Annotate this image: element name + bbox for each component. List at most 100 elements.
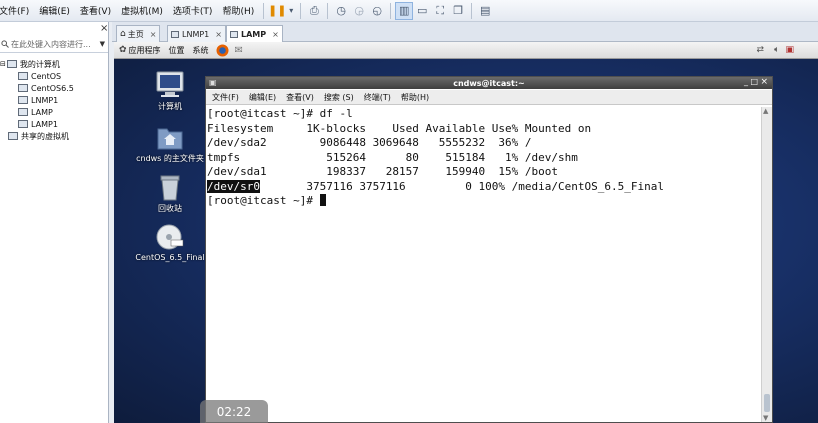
tree-item-vm[interactable]: LAMP	[0, 106, 108, 118]
clock-overlay: 02:22	[200, 400, 268, 423]
close-icon[interactable]: ×	[760, 77, 768, 87]
tree-label: 我的计算机	[19, 59, 60, 69]
thumbnail-icon[interactable]: ▤	[476, 2, 494, 20]
vm-tab-strip: ⌂ 主页 × LNMP1 × LAMP ×	[112, 22, 818, 43]
search-dropdown-icon[interactable]: ▼	[100, 40, 105, 48]
toolbar-separator	[263, 2, 265, 19]
terminal-menu-edit[interactable]: 编辑(E)	[249, 92, 276, 103]
terminal-window[interactable]: ▣ cndws@itcast:~ _ □ × 文件(F) 编辑(E) 查看(V)…	[205, 76, 773, 423]
revert-snapshot-icon[interactable]: ◶	[350, 2, 368, 20]
vm-icon	[18, 72, 28, 80]
tab-close-icon[interactable]: ×	[150, 30, 157, 39]
library-search[interactable]: 在此处键入内容进行... ▼	[0, 36, 108, 53]
send-keys-icon[interactable]: ⎙	[305, 2, 323, 20]
collapse-icon[interactable]: ⊟	[0, 60, 6, 68]
tree-item-vm[interactable]: LNMP1	[0, 94, 108, 106]
tree-item-vm[interactable]: CentOS	[0, 70, 108, 82]
menu-view[interactable]: 查看(V)	[75, 4, 116, 17]
terminal-menu-terminal[interactable]: 终端(T)	[364, 92, 391, 103]
terminal-line: Filesystem 1K-blocks Used Available Use%…	[207, 121, 592, 135]
dvd-icon	[156, 224, 184, 250]
terminal-line: /dev/sda2 9086448 3069648 5555232 36% /	[207, 136, 532, 149]
tab-lamp[interactable]: LAMP ×	[226, 25, 283, 43]
tree-label: CentOS	[31, 71, 62, 81]
places-menu[interactable]: 位置	[169, 45, 185, 56]
sidebar-close-icon[interactable]: ×	[100, 23, 108, 34]
tab-home[interactable]: ⌂ 主页 ×	[116, 25, 161, 42]
terminal-menu-search[interactable]: 搜索 (S)	[324, 92, 354, 103]
update-notifier-icon[interactable]: ▣	[785, 45, 794, 55]
tree-label: LAMP	[31, 107, 53, 117]
terminal-line: [root@itcast ~]# df -l	[207, 107, 353, 120]
home-icon: ⌂	[120, 29, 126, 39]
network-icon[interactable]: ⇄	[757, 45, 765, 55]
applications-menu[interactable]: 应用程序	[129, 45, 161, 56]
menu-help[interactable]: 帮助(H)	[217, 4, 259, 17]
snapshot-manager-icon[interactable]: ◵	[368, 2, 386, 20]
console-view-icon[interactable]: ▭	[413, 2, 431, 20]
terminal-app-icon: ▣	[209, 78, 217, 87]
menu-tab[interactable]: 选项卡(T)	[168, 4, 218, 17]
menubar: 文件(F) 编辑(E) 查看(V) 虚拟机(M) 选项卡(T) 帮助(H) ❚❚…	[0, 0, 818, 22]
toolbar-separator	[300, 2, 302, 19]
scroll-down-icon[interactable]: ▼	[763, 414, 768, 422]
terminal-menu-file[interactable]: 文件(F)	[212, 92, 239, 103]
vm-icon	[18, 96, 28, 104]
email-client-icon[interactable]: ✉	[235, 45, 243, 56]
terminal-line-rest: 3757116 3757116 0 100% /media/CentOS_6.5…	[259, 179, 664, 193]
tree-item-vm[interactable]: CentOS6.5	[0, 82, 108, 94]
snapshot-icon[interactable]: ◷	[332, 2, 350, 20]
desktop-icon-label: CentOS_6.5_Final	[135, 253, 205, 262]
home-folder-icon	[157, 128, 183, 150]
menu-edit[interactable]: 编辑(E)	[34, 4, 75, 17]
tab-close-icon[interactable]: ×	[272, 30, 279, 39]
tree-item-shared-vms[interactable]: 共享的虚拟机	[0, 130, 108, 142]
clock-time: 02:22	[216, 404, 252, 419]
shared-vm-icon	[8, 132, 18, 140]
terminal-menu-view[interactable]: 查看(V)	[286, 92, 314, 103]
toolbar-separator	[390, 2, 392, 19]
tree-label: 共享的虚拟机	[21, 131, 69, 141]
toolbar-separator	[327, 2, 329, 19]
vm-icon	[171, 30, 179, 38]
volume-icon[interactable]: 🔈︎	[774, 45, 779, 55]
terminal-output[interactable]: [root@itcast ~]# df -l Filesystem 1K-bloc…	[207, 107, 760, 422]
tree-label: LNMP1	[31, 95, 59, 105]
pause-icon[interactable]: ❚❚	[268, 2, 286, 20]
fullscreen-icon[interactable]: ⛶	[431, 2, 449, 20]
tab-label: 主页	[127, 29, 144, 39]
tree-label: LAMP1	[31, 119, 58, 129]
menu-file[interactable]: 文件(F)	[0, 4, 34, 17]
dropdown-arrow-icon[interactable]: ▾	[286, 2, 296, 20]
tab-close-icon[interactable]: ×	[215, 30, 222, 39]
tab-label: LAMP	[241, 30, 267, 39]
scrollbar-thumb[interactable]	[764, 394, 770, 412]
computer-icon	[6, 60, 17, 68]
selected-text: /dev/sr0	[207, 179, 260, 193]
tree-item-my-computer[interactable]: ⊟ 我的计算机	[0, 58, 108, 70]
unity-icon[interactable]: ❐	[449, 2, 467, 20]
minimize-icon[interactable]: _	[744, 77, 748, 86]
desktop-icon-label: 回收站	[158, 204, 182, 213]
search-placeholder: 在此处键入内容进行...	[11, 39, 91, 49]
terminal-titlebar[interactable]: ▣ cndws@itcast:~ _ □ ×	[206, 77, 772, 89]
vm-icon	[230, 31, 238, 38]
menu-vm[interactable]: 虚拟机(M)	[116, 4, 168, 17]
sidebar-toggle-icon[interactable]: ▥	[395, 1, 414, 20]
maximize-icon[interactable]: □	[750, 77, 758, 86]
gnome-top-panel: ✿ 应用程序 位置 系统 ✉ ⇄ 🔈︎ ▣	[114, 42, 818, 59]
terminal-line: /dev/sr0 3757116 3757116 0 100% /media/C…	[207, 179, 760, 195]
tab-lnmp1[interactable]: LNMP1 ×	[167, 25, 226, 42]
tab-label: LNMP1	[182, 29, 210, 39]
tree-item-vm[interactable]: LAMP1	[0, 118, 108, 130]
terminal-title: cndws@itcast:~	[453, 78, 525, 88]
search-icon	[1, 40, 9, 48]
vm-icon	[18, 84, 28, 92]
terminal-menu-help[interactable]: 帮助(H)	[401, 92, 429, 103]
scroll-up-icon[interactable]: ▲	[763, 107, 768, 115]
system-menu[interactable]: 系统	[193, 45, 209, 56]
text-cursor	[319, 194, 326, 206]
terminal-line: tmpfs 515264 80 515184 1% /dev/shm	[207, 150, 578, 164]
firefox-icon[interactable]	[216, 44, 229, 57]
terminal-scrollbar[interactable]: ▲ ▼	[761, 107, 772, 422]
